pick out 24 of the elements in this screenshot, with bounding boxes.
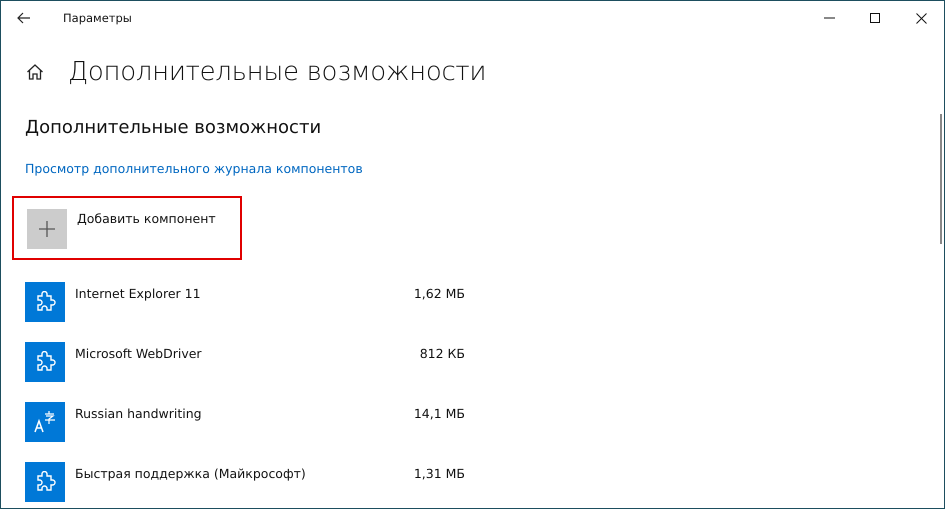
puzzle-piece-icon (25, 282, 65, 322)
section-title: Дополнительные возможности (25, 117, 322, 138)
feature-name[interactable]: Russian handwriting (75, 406, 414, 421)
feature-history-link[interactable]: Просмотр дополнительного журнала компонентов (25, 161, 363, 176)
add-feature-button[interactable]: Добавить компонент (12, 196, 242, 260)
feature-size: 14,1 МБ (414, 406, 465, 421)
close-icon (916, 12, 926, 24)
scrollbar[interactable] (940, 114, 942, 244)
puzzle-piece-icon (25, 342, 65, 382)
window-title: Параметры (63, 11, 132, 25)
back-arrow-icon (17, 12, 31, 24)
puzzle-piece-icon (25, 462, 65, 502)
minimize-icon (824, 17, 834, 19)
language-icon (25, 402, 65, 442)
feature-size: 1,31 МБ (414, 466, 465, 481)
maximize-icon (870, 12, 880, 24)
feature-size: 812 КБ (420, 346, 465, 361)
feature-name[interactable]: Быстрая поддержка (Майкрософт) (75, 466, 414, 481)
feature-name[interactable]: Internet Explorer 11 (75, 286, 414, 301)
feature-size: 1,62 МБ (414, 286, 465, 301)
page-title: Дополнительные возможности (68, 57, 486, 87)
plus-icon (27, 209, 67, 249)
feature-name[interactable]: Microsoft WebDriver (75, 346, 420, 361)
home-icon[interactable] (26, 63, 44, 81)
